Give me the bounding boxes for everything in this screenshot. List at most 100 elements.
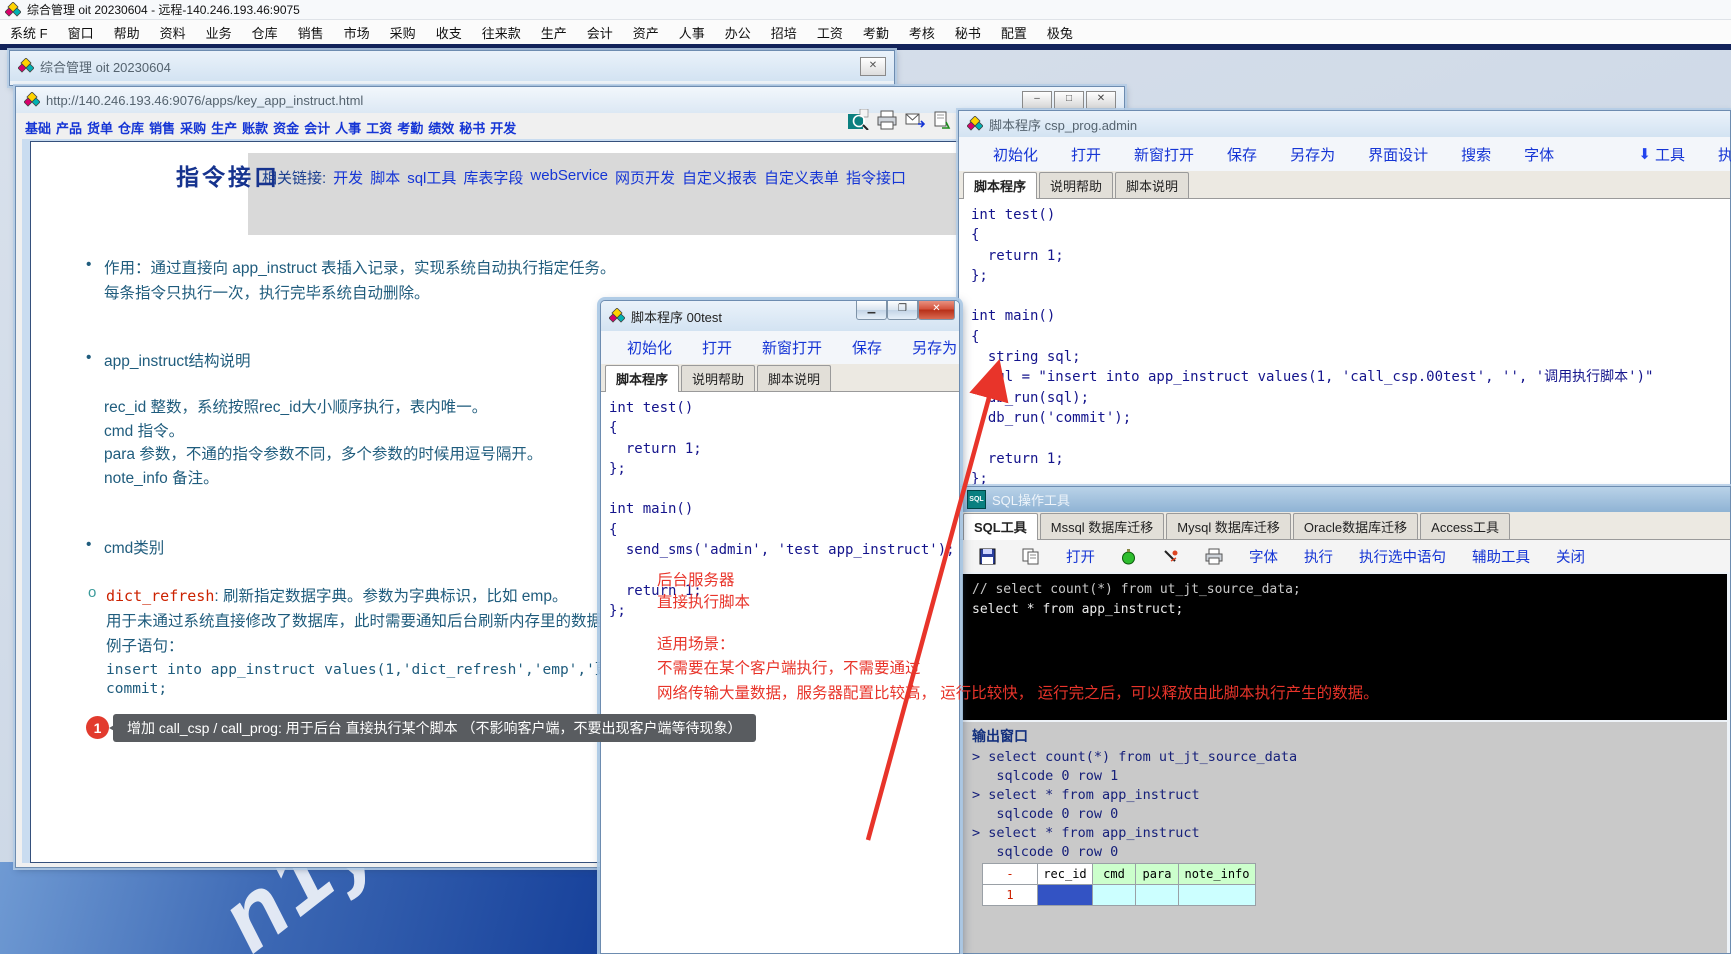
header-para[interactable]: para — [1136, 864, 1179, 885]
selected-cell[interactable] — [1038, 885, 1093, 906]
save-icon[interactable] — [979, 548, 996, 565]
maximize-button[interactable]: □ — [1054, 91, 1084, 109]
main-menu-item[interactable]: 配置 — [991, 20, 1037, 45]
related-link[interactable]: 自定义报表 — [682, 167, 757, 188]
main-menu-item[interactable]: 会计 — [577, 20, 623, 45]
tab-help[interactable]: 说明帮助 — [1039, 172, 1113, 198]
nav-menu-item[interactable]: 产品 — [56, 118, 82, 137]
main-menu-item[interactable]: 秘书 — [945, 20, 991, 45]
row-index-cell[interactable]: 1 — [983, 885, 1038, 906]
related-link[interactable]: sql工具 — [407, 167, 456, 188]
nav-menu-item[interactable]: 考勤 — [397, 118, 423, 137]
nav-menu-item[interactable]: 资金 — [273, 118, 299, 137]
header-dash[interactable]: - — [983, 864, 1038, 885]
tools-button[interactable]: ⬇ 工具 — [1638, 144, 1685, 165]
search-icon[interactable] — [848, 109, 869, 130]
open-new-window-button[interactable]: 新窗打开 — [762, 337, 822, 358]
run-button[interactable]: 执行 — [1718, 144, 1731, 165]
nav-menu-item[interactable]: 销售 — [149, 118, 175, 137]
main-menu-item[interactable]: 极兔 — [1037, 20, 1083, 45]
00test-code-editor[interactable]: int test() { return 1; }; int main() { s… — [601, 392, 959, 621]
print-icon[interactable] — [877, 110, 897, 130]
main-menu-item[interactable]: 招培 — [761, 20, 807, 45]
tab-mssql-migrate[interactable]: Mssql 数据库迁移 — [1040, 513, 1165, 539]
tab-sql-tool[interactable]: SQL工具 — [963, 513, 1038, 540]
save-button[interactable]: 保存 — [1227, 144, 1257, 165]
close-button[interactable]: ✕ — [918, 301, 955, 320]
main-menu-item[interactable]: 考核 — [899, 20, 945, 45]
nav-menu-item[interactable]: 账款 — [242, 118, 268, 137]
save-as-button[interactable]: 另存为 — [912, 337, 957, 358]
open-file-icon[interactable] — [933, 111, 951, 129]
copy-icon[interactable] — [1022, 548, 1040, 565]
main-menu-item[interactable]: 工资 — [807, 20, 853, 45]
nav-menu-item[interactable]: 秘书 — [459, 118, 485, 137]
main-menu-item[interactable]: 资料 — [150, 20, 196, 45]
cmd-cell[interactable] — [1093, 885, 1136, 906]
restore-button[interactable]: ❐ — [887, 301, 918, 320]
main-menu-item[interactable]: 收支 — [426, 20, 472, 45]
nav-menu-item[interactable]: 货单 — [87, 118, 113, 137]
nav-menu-item[interactable]: 生产 — [211, 118, 237, 137]
main-menu-item[interactable]: 业务 — [196, 20, 242, 45]
send-mail-icon[interactable] — [905, 112, 925, 128]
nav-menu-item[interactable]: 绩效 — [428, 118, 454, 137]
open-button[interactable]: 打开 — [702, 337, 732, 358]
related-link[interactable]: 脚本 — [370, 167, 400, 188]
open-button[interactable]: 打开 — [1066, 546, 1095, 567]
main-menu-item[interactable]: 系统 F — [0, 20, 58, 45]
tab-script-desc[interactable]: 脚本说明 — [757, 365, 831, 391]
main-menu-item[interactable]: 考勤 — [853, 20, 899, 45]
main-menu-item[interactable]: 销售 — [288, 20, 334, 45]
header-rec-id[interactable]: rec_id — [1038, 864, 1093, 885]
para-cell[interactable] — [1136, 885, 1179, 906]
tab-access-tool[interactable]: Access工具 — [1420, 513, 1510, 539]
close-button[interactable]: ✕ — [860, 57, 886, 76]
save-as-button[interactable]: 另存为 — [1290, 144, 1335, 165]
tab-script[interactable]: 脚本程序 — [963, 172, 1037, 199]
main-menu-item[interactable]: 人事 — [669, 20, 715, 45]
sql-output-log[interactable]: > select count(*) from ut_jt_source_data… — [962, 748, 1727, 862]
close-button[interactable]: ✕ — [1086, 91, 1116, 109]
nav-menu-item[interactable]: 采购 — [180, 118, 206, 137]
main-menu-item[interactable]: 仓库 — [242, 20, 288, 45]
save-button[interactable]: 保存 — [852, 337, 882, 358]
main-menu-item[interactable]: 窗口 — [58, 20, 104, 45]
nav-menu-item[interactable]: 人事 — [335, 118, 361, 137]
run-selected-button[interactable]: 执行选中语句 — [1359, 546, 1446, 567]
wand-icon[interactable] — [1162, 548, 1179, 565]
run-button[interactable]: 执行 — [1304, 546, 1333, 567]
note-info-cell[interactable] — [1179, 885, 1256, 906]
main-menu-item[interactable]: 帮助 — [104, 20, 150, 45]
green-orb-icon[interactable] — [1121, 548, 1136, 565]
init-button[interactable]: 初始化 — [627, 337, 672, 358]
nav-menu-item[interactable]: 开发 — [490, 118, 516, 137]
main-menu-item[interactable]: 资产 — [623, 20, 669, 45]
main-menu-item[interactable]: 往来款 — [472, 20, 531, 45]
font-button[interactable]: 字体 — [1524, 144, 1554, 165]
close-button[interactable]: 关闭 — [1556, 546, 1585, 567]
tab-script[interactable]: 脚本程序 — [605, 365, 679, 392]
search-button[interactable]: 搜索 — [1461, 144, 1491, 165]
related-link[interactable]: 自定义表单 — [764, 167, 839, 188]
csp-code-editor[interactable]: int test() { return 1; }; int main() { s… — [959, 199, 1730, 486]
main-menu-item[interactable]: 市场 — [334, 20, 380, 45]
minimize-button[interactable]: ‒ — [1022, 91, 1052, 109]
font-button[interactable]: 字体 — [1249, 546, 1278, 567]
related-link[interactable]: 开发 — [333, 167, 363, 188]
tab-oracle-migrate[interactable]: Oracle数据库迁移 — [1293, 513, 1418, 539]
main-menu-item[interactable]: 办公 — [715, 20, 761, 45]
print-icon[interactable] — [1205, 548, 1223, 565]
nav-menu-item[interactable]: 基础 — [25, 118, 51, 137]
tab-mysql-migrate[interactable]: Mysql 数据库迁移 — [1166, 513, 1291, 539]
related-link[interactable]: 库表字段 — [463, 167, 523, 188]
related-link[interactable]: webService — [530, 167, 608, 188]
main-menu-item[interactable]: 生产 — [531, 20, 577, 45]
nav-menu-item[interactable]: 仓库 — [118, 118, 144, 137]
helper-tools-button[interactable]: 辅助工具 — [1472, 546, 1530, 567]
tab-script-desc[interactable]: 脚本说明 — [1115, 172, 1189, 198]
header-cmd[interactable]: cmd — [1093, 864, 1136, 885]
open-new-window-button[interactable]: 新窗打开 — [1134, 144, 1194, 165]
minimize-button[interactable]: ▁ — [856, 301, 887, 320]
related-link[interactable]: 指令接口 — [846, 167, 906, 188]
